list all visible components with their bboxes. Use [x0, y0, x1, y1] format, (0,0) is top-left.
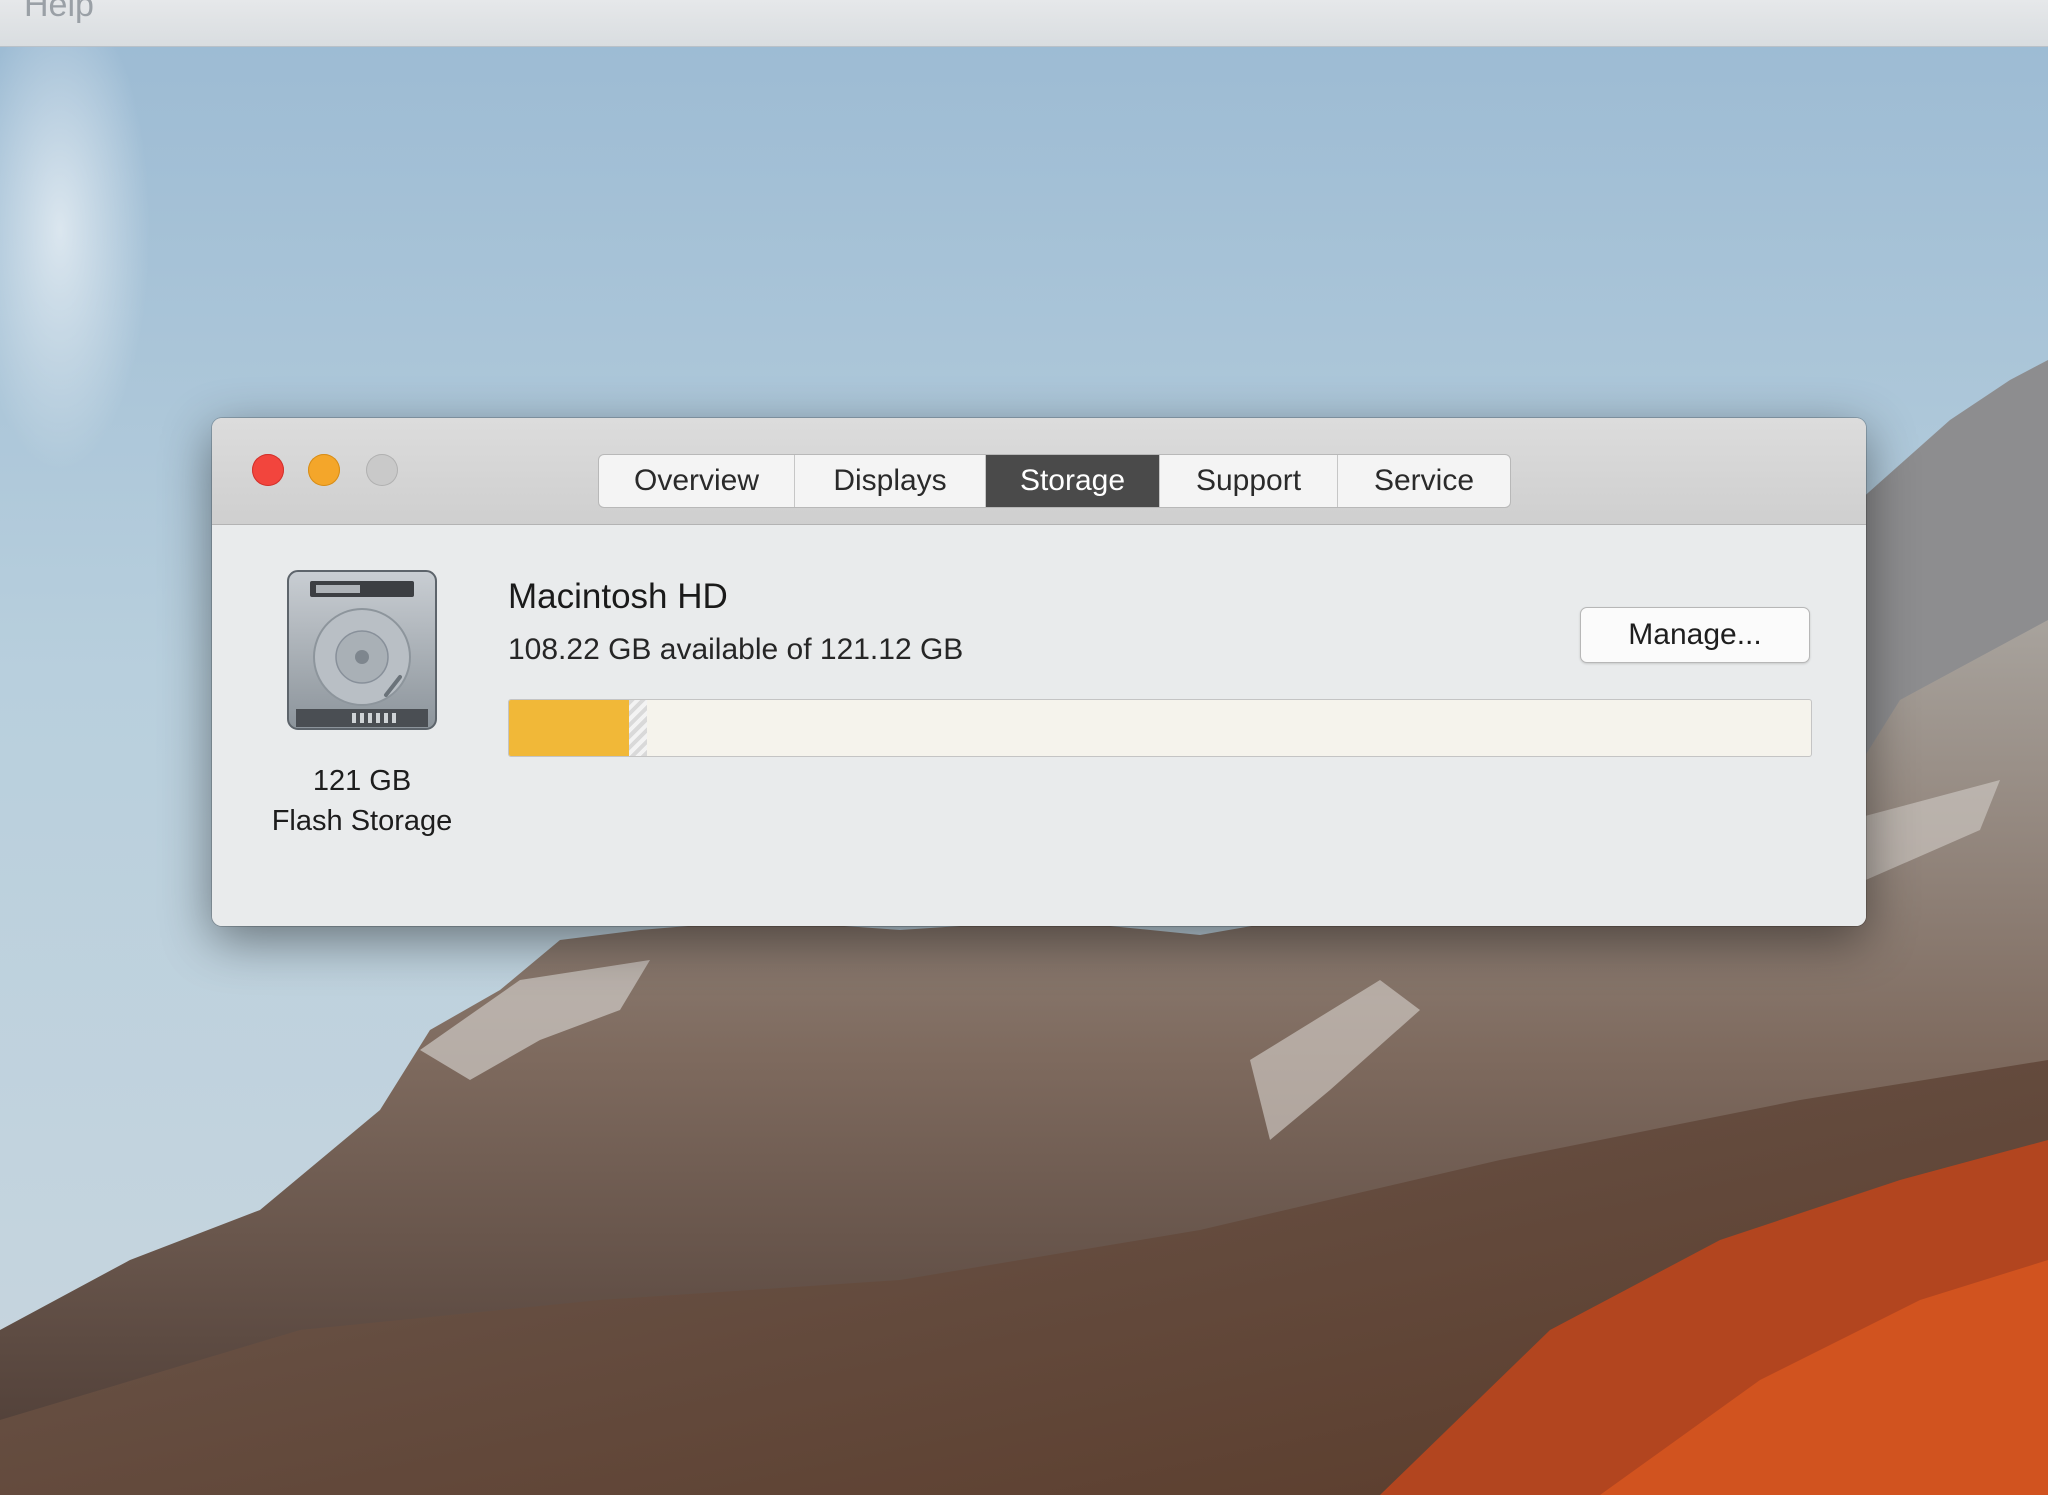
- tab-bar: Overview Displays Storage Support Servic…: [598, 454, 1511, 508]
- tab-overview[interactable]: Overview: [599, 455, 795, 507]
- tab-support[interactable]: Support: [1160, 455, 1338, 507]
- title-bar: Overview Displays Storage Support Servic…: [212, 418, 1866, 525]
- menu-item-help[interactable]: Help: [24, 0, 94, 25]
- about-this-mac-window: Overview Displays Storage Support Servic…: [212, 418, 1866, 926]
- manage-button[interactable]: Manage...: [1580, 607, 1810, 663]
- zoom-button[interactable]: [366, 454, 398, 486]
- storage-panel: 121 GB Flash Storage Macintosh HD 108.22…: [212, 525, 1866, 926]
- storage-usage-bar: [508, 699, 1812, 757]
- storage-purgeable-segment: [629, 700, 648, 756]
- tab-storage[interactable]: Storage: [986, 455, 1160, 507]
- minimize-button[interactable]: [308, 454, 340, 486]
- tab-displays[interactable]: Displays: [795, 455, 986, 507]
- hard-drive-icon: [287, 570, 437, 730]
- volume-name: Macintosh HD: [508, 577, 728, 616]
- menu-bar: Help: [0, 0, 2048, 47]
- storage-used-segment: [509, 700, 630, 756]
- tab-service[interactable]: Service: [1338, 455, 1510, 507]
- disk-type-label: Flash Storage: [271, 805, 453, 837]
- disk-capacity-label: 121 GB: [312, 765, 412, 797]
- volume-availability: 108.22 GB available of 121.12 GB: [508, 633, 964, 666]
- close-button[interactable]: [252, 454, 284, 486]
